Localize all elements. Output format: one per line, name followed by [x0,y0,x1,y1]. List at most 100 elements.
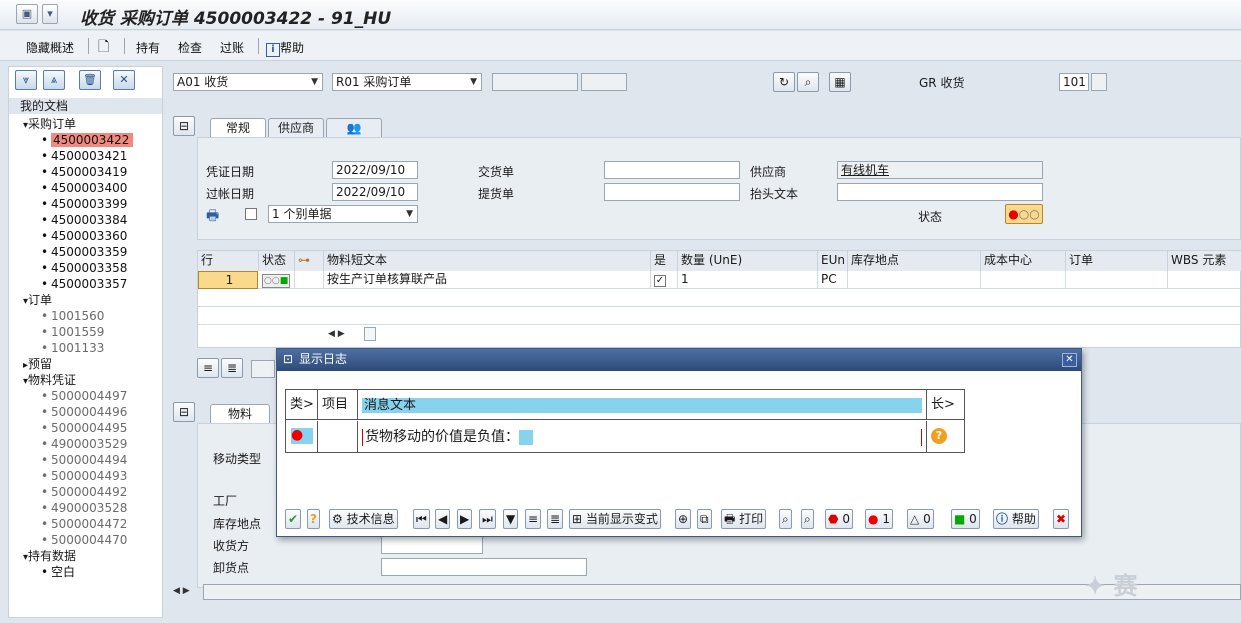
tree-item[interactable]: • 1001560 [41,308,104,324]
tree-item[interactable]: • 4900003528 [41,500,127,516]
column-header[interactable]: 状态 [259,251,295,271]
tree-item[interactable]: • 1001559 [41,324,104,340]
error-messages-button[interactable]: ● 1 [865,509,893,529]
recipient-field[interactable] [381,536,483,554]
stop-messages-button[interactable]: ⬣ 0 [825,509,853,529]
column-header[interactable]: 数量 (UnE) [678,251,818,271]
tree-item[interactable]: • 4500003422 [41,132,134,148]
copy-icon[interactable]: ⧉ [697,509,712,529]
close-icon[interactable]: ✕ [1062,353,1077,367]
tree-item[interactable]: • 4500003359 [41,244,127,260]
scroll-arrows-icon[interactable]: ◀ ▶ [173,586,190,596]
delete-icon[interactable]: 🗑 [79,70,101,90]
column-header[interactable]: WBS 元素 [1168,251,1241,271]
help-button[interactable]: i 帮助 [266,39,304,57]
reference-number-field[interactable] [492,73,578,91]
sort-ascending-icon[interactable]: ≡ [525,509,542,529]
export-icon[interactable]: ⊕ [675,509,692,529]
sort-descending-icon[interactable]: ≣ [547,509,564,529]
tree-item[interactable]: • 4500003400 [41,180,127,196]
table-row[interactable]: 1 ○○■ 按生产订单核算联产品 ✓ 1 PC [198,271,1241,289]
column-header[interactable]: 行 [198,251,259,271]
warning-messages-button[interactable]: △ 0 [907,509,934,529]
tree-item[interactable]: • 4500003419 [41,164,127,180]
execute-icon[interactable]: ↻ [773,72,795,92]
tab-material[interactable]: 物料 [210,404,270,424]
hide-overview-button[interactable]: 隐藏概述 [26,39,74,56]
tab-partners[interactable]: 👥 [326,118,382,138]
tree-item[interactable]: • 4500003384 [41,212,127,228]
cost-center-cell[interactable] [981,271,1066,289]
column-header[interactable]: 库存地点 [848,251,981,271]
log-row[interactable]: ● 货物移动的价值是负值： ? [286,421,964,453]
filter-icon[interactable]: ▼ [503,509,519,529]
tech-info-button[interactable]: ⚙ 技术信息 [329,509,398,529]
row-status-icon[interactable]: ○○■ [259,271,295,289]
dialog-help-button[interactable]: ⓘ 帮助 [993,509,1039,529]
column-header[interactable]: 是 [651,251,678,271]
tree-item[interactable]: • 4500003360 [41,228,127,244]
tree-item[interactable]: • 4500003358 [41,260,127,276]
question-icon[interactable]: ? [931,428,947,444]
movement-type-field[interactable]: 101 [1059,73,1089,91]
tree-item[interactable]: • 5000004472 [41,516,127,532]
last-page-icon[interactable]: ⏭ [479,509,496,529]
line-number-cell[interactable]: 1 [198,271,258,289]
help-question-icon[interactable]: ? [307,509,320,529]
tree-item[interactable]: • 4500003399 [41,196,127,212]
wbs-cell[interactable] [1168,271,1241,289]
tab-vendor[interactable]: 供应商 [268,118,324,138]
tree-item[interactable]: • 5000004492 [41,484,127,500]
deselect-all-icon[interactable]: ≣ [221,358,243,378]
tree-item[interactable]: • 4500003357 [41,276,127,292]
tree-item[interactable]: • 5000004470 [41,532,127,548]
unloading-point-field[interactable] [381,558,587,576]
find-icon[interactable]: ⌕ [797,72,819,92]
scroll-left-icon[interactable]: ◀ ▶ [328,329,345,339]
vendor-field[interactable]: 有线机车 [837,161,1043,179]
cancel-icon[interactable]: ✖ [1053,509,1070,529]
toggle-detail-icon[interactable]: ⊟ [173,402,195,422]
position-field[interactable] [251,360,275,378]
first-page-icon[interactable]: ⏮ [413,509,430,529]
long-text-cell[interactable]: ? [926,421,964,453]
column-header[interactable]: 成本中心 [981,251,1066,271]
transaction-select[interactable]: A01 收货 [173,73,323,91]
column-header[interactable]: EUn [818,251,848,271]
expand-all-icon[interactable]: ⩔ [15,70,37,90]
tree-item[interactable]: • 空白 [41,564,75,580]
tab-general[interactable]: 常规 [210,118,266,138]
success-messages-button[interactable]: ■ 0 [951,509,980,529]
layout-button[interactable]: ⊞ 当前显示变式 [569,509,661,529]
ok-checkbox[interactable]: ✓ [651,271,678,289]
check-button[interactable]: 检查 [178,39,202,56]
col-long-text[interactable]: 长> [926,390,964,420]
quantity-cell[interactable]: 1 [678,271,818,289]
tree-item[interactable]: • 5000004497 [41,388,127,404]
movement-type-extra-field[interactable] [1091,73,1107,91]
find-icon[interactable]: ⌕ [779,509,792,529]
hold-button[interactable]: 持有 [136,39,160,56]
doc-date-field[interactable]: 2022/09/10 [332,161,418,179]
storage-location-cell[interactable] [848,271,981,289]
tree-item[interactable]: • 5000004495 [41,420,127,436]
slip-select[interactable]: 1 个别单据 [268,205,418,223]
tree-item[interactable]: • 4500003421 [41,148,127,164]
order-cell[interactable] [1066,271,1168,289]
status-traffic-light-icon[interactable]: ●○○ [1005,204,1043,224]
new-document-icon[interactable]: 🗋 [98,36,109,60]
bill-of-lading-field[interactable] [604,183,740,201]
hierarchy-column-icon[interactable]: ⊶ [295,251,324,271]
print-button[interactable]: 🖶 打印 [721,509,767,529]
tree-item[interactable]: • 5000004493 [41,468,127,484]
select-all-icon[interactable]: ≡ [197,358,219,378]
column-header[interactable]: 物料短文本 [324,251,651,271]
next-page-icon[interactable]: ▶ [457,509,473,529]
tree-item[interactable]: • 4900003529 [41,436,127,452]
unit-cell[interactable]: PC [818,271,848,289]
delivery-note-field[interactable] [604,161,740,179]
horizontal-scrollbar[interactable] [364,327,376,341]
col-item[interactable]: 项目 [318,390,358,420]
col-type[interactable]: 类> [286,390,318,420]
collapse-all-icon[interactable]: ⩓ [43,70,65,90]
